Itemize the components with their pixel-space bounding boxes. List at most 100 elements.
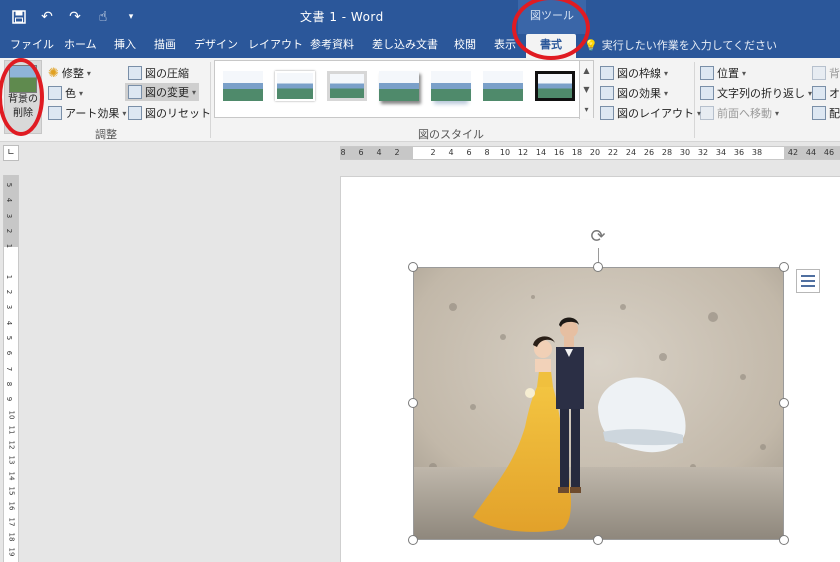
picture-border-button[interactable]: 図の枠線 ▾ — [600, 64, 668, 82]
send-backward-button[interactable]: 背 — [812, 64, 840, 82]
tell-me-text: 実行したい作業を入力してください — [601, 39, 778, 52]
artistic-effects-button[interactable]: アート効果 ▾ — [48, 104, 126, 122]
tab-layout[interactable]: レイアウト — [242, 34, 309, 58]
layout-options-button[interactable] — [796, 269, 820, 293]
redo-icon[interactable]: ↷ — [64, 6, 86, 28]
picture-style-thumb[interactable] — [223, 71, 263, 101]
tab-draw[interactable]: 描画 — [148, 34, 182, 58]
group-separator — [210, 62, 211, 138]
customize-qat-icon[interactable]: ▾ — [120, 6, 142, 28]
position-button[interactable]: 位置 ▾ — [700, 64, 746, 82]
ruler-tick-label: 6 — [5, 351, 14, 356]
resize-handle-bottom-right[interactable] — [779, 535, 789, 545]
picture-border-label: 図の枠線 — [617, 67, 661, 80]
tab-file[interactable]: ファイル — [4, 34, 60, 58]
ruler-tick-label: 17 — [7, 517, 16, 527]
resize-handle-right[interactable] — [779, 398, 789, 408]
artistic-effects-icon — [48, 106, 62, 120]
ruler-row: ∟ 8 6 4 2 2 4 6 8 10 12 14 16 18 20 22 24 26 28 30 32 34 36 38… — [0, 142, 840, 164]
chevron-down-icon: ▾ — [742, 68, 747, 78]
compress-pictures-button[interactable]: 図の圧縮 — [128, 64, 189, 82]
ruler-tick-label: 42 — [787, 148, 799, 157]
sun-icon: ✺ — [48, 65, 59, 81]
chevron-down-icon[interactable]: ▼ — [583, 85, 589, 94]
ruler-tick-label: 3 — [5, 213, 14, 218]
ruler-tick-label: 16 — [7, 501, 16, 511]
picture-layout-icon — [600, 106, 614, 120]
chevron-down-icon: ▾ — [122, 108, 127, 118]
horizontal-ruler[interactable]: 8 6 4 2 2 4 6 8 10 12 14 16 18 20 22 24 26 28 30 32 34 36 38 42… — [340, 146, 840, 160]
tab-insert[interactable]: 挿入 — [108, 34, 142, 58]
tab-stop-selector[interactable]: ∟ — [3, 145, 19, 161]
tab-mailings[interactable]: 差し込み文書 — [366, 34, 444, 58]
tab-home[interactable]: ホーム — [58, 34, 103, 58]
ruler-tick-label: 2 — [430, 148, 436, 157]
resize-handle-top-right[interactable] — [779, 262, 789, 272]
wrap-text-button[interactable]: 文字列の折り返し ▾ — [700, 84, 812, 102]
picture-effects-icon — [600, 86, 614, 100]
chevron-up-icon[interactable]: ▲ — [583, 66, 589, 75]
picture-effects-button[interactable]: 図の効果 ▾ — [600, 84, 668, 102]
corrections-button[interactable]: ✺ 修整 ▾ — [48, 64, 91, 82]
rotate-handle-icon[interactable]: ⟳ — [587, 226, 609, 248]
ruler-tick-label: 12 — [7, 440, 16, 450]
position-label: 位置 — [717, 67, 739, 80]
picture-styles-gallery: ▲ ▼ ▾ — [214, 60, 594, 119]
ruler-tick-label: 18 — [7, 532, 16, 542]
resize-handle-bottom-left[interactable] — [408, 535, 418, 545]
vertical-ruler[interactable]: 5 4 3 2 1 1 2 3 4 5 6 7 8 9 10 11 12 13 14 15 16 17 18 19 — [3, 175, 19, 562]
ruler-tick-label: 10 — [7, 410, 16, 419]
ruler-tick-label: 4 — [5, 198, 14, 203]
bring-forward-button[interactable]: 前面へ移動 ▾ — [700, 104, 779, 122]
picture-layout-button[interactable]: 図のレイアウト ▾ — [600, 104, 701, 122]
save-icon[interactable] — [8, 6, 30, 28]
chevron-down-icon: ▾ — [192, 87, 197, 97]
ruler-tick-label: 8 — [340, 148, 346, 157]
selection-pane-button[interactable]: オ — [812, 84, 840, 102]
tell-me-box[interactable]: 💡 実行したい作業を入力してください — [584, 37, 777, 53]
ruler-tick-label: 1 — [5, 274, 14, 280]
ruler-tick-label: 3 — [5, 305, 14, 310]
change-picture-button[interactable]: 図の変更 ▾ — [125, 83, 200, 101]
ruler-tick-label: 6 — [466, 148, 472, 157]
layout-options-icon — [801, 275, 815, 287]
picture-style-thumb[interactable] — [431, 71, 471, 101]
picture-style-thumb[interactable] — [535, 71, 575, 101]
resize-handle-bottom[interactable] — [593, 535, 603, 545]
picture-style-thumb[interactable] — [483, 71, 523, 101]
align-button[interactable]: 配 — [812, 104, 840, 122]
ruler-tick-label: 22 — [607, 148, 619, 157]
resize-handle-top-left[interactable] — [408, 262, 418, 272]
color-icon — [48, 86, 62, 100]
reset-picture-button[interactable]: 図のリセット▾ — [128, 104, 218, 122]
ruler-tick-label: 19 — [7, 547, 16, 557]
picture-style-thumb[interactable] — [275, 71, 315, 101]
touch-mode-icon[interactable]: ☝ — [92, 6, 114, 28]
picture-selection-frame — [413, 267, 784, 540]
chevron-down-icon: ▾ — [79, 88, 84, 98]
annotation-ring-remove-background — [0, 58, 44, 136]
reset-picture-icon — [128, 106, 142, 120]
ruler-tick-label: 12 — [517, 148, 529, 157]
tab-references[interactable]: 参考資料 — [304, 34, 360, 58]
gallery-scroll[interactable]: ▲ ▼ ▾ — [579, 61, 593, 119]
compress-label: 図の圧縮 — [145, 67, 189, 80]
picture-style-thumb[interactable] — [379, 71, 419, 101]
tab-review[interactable]: 校閲 — [448, 34, 482, 58]
send-backward-label: 背 — [829, 67, 840, 80]
ruler-tick-label: 9 — [5, 396, 14, 402]
resize-handle-left[interactable] — [408, 398, 418, 408]
resize-handle-top[interactable] — [593, 262, 603, 272]
color-label: 色 — [65, 87, 76, 100]
ruler-tick-label: 10 — [499, 148, 511, 157]
ruler-tick-label: 14 — [7, 471, 16, 481]
picture-layout-label: 図のレイアウト — [617, 107, 694, 120]
chevron-down-icon: ▾ — [86, 68, 91, 78]
word-window: ↶ ↷ ☝ ▾ 文書 1 - Word 図ツール ファイル ホーム 挿入 描画 … — [0, 0, 840, 562]
picture-style-thumb[interactable] — [327, 71, 367, 101]
color-button[interactable]: 色 ▾ — [48, 84, 83, 102]
change-picture-label: 図の変更 — [145, 86, 189, 99]
undo-icon[interactable]: ↶ — [36, 6, 58, 28]
tab-design[interactable]: デザイン — [188, 34, 244, 58]
more-icon[interactable]: ▾ — [584, 105, 588, 114]
